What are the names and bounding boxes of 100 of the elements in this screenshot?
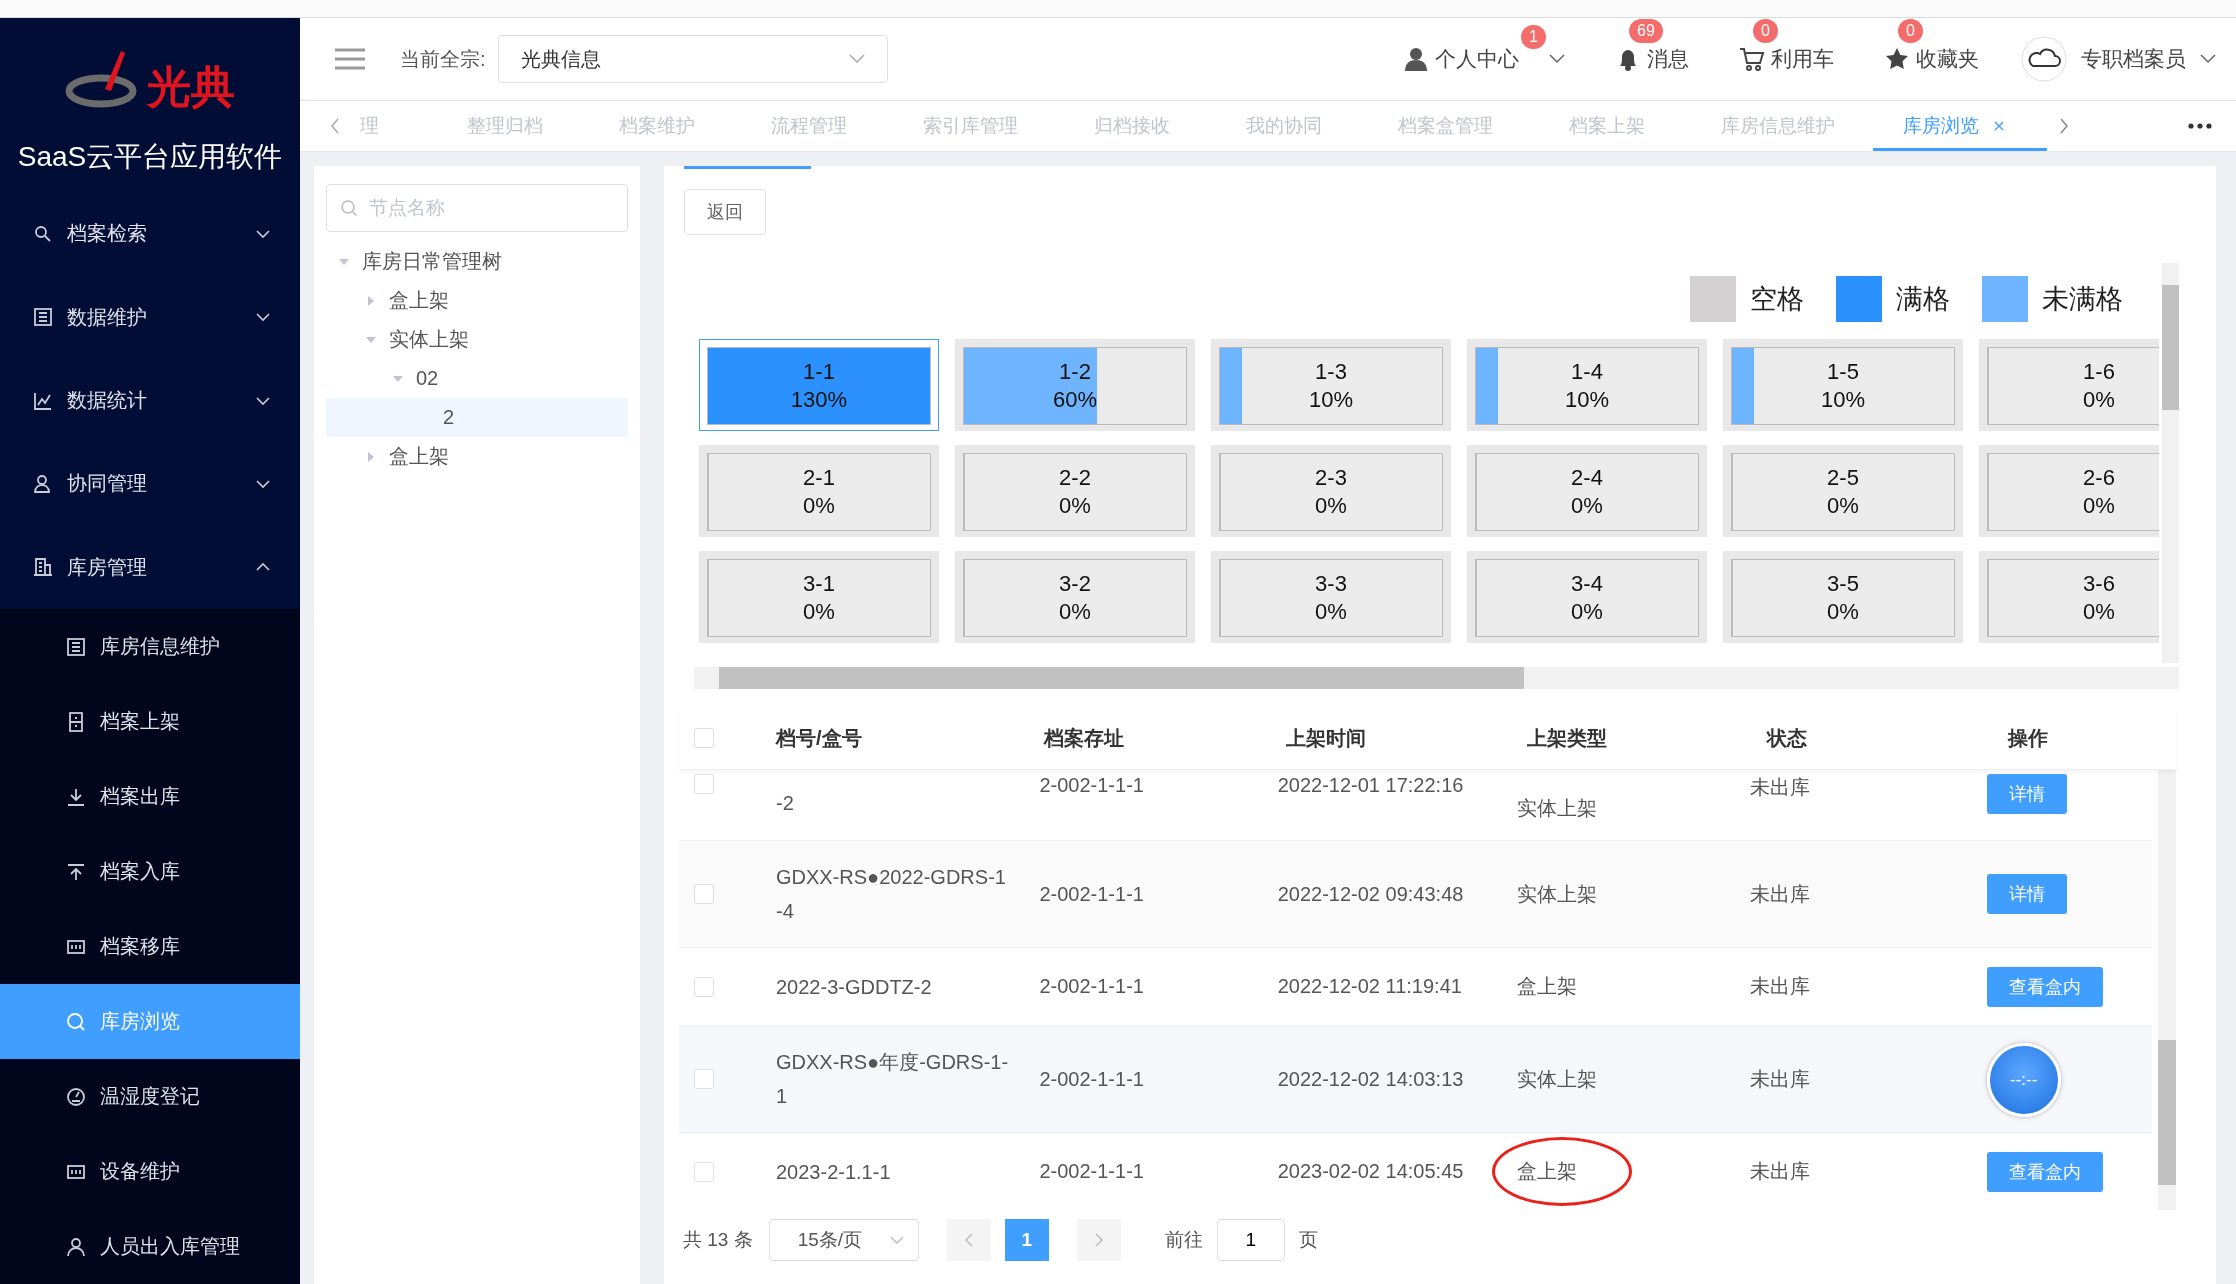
table-cell-text: 未出库 (1750, 881, 1812, 907)
shelf-cell[interactable]: 2-6 0% (1979, 445, 2159, 537)
menu-item[interactable]: 档案移库 (0, 909, 300, 984)
shelf-cell[interactable]: 1-3 10% (1211, 339, 1451, 431)
cell-label: 3-4 (1571, 570, 1603, 598)
header-link[interactable]: 个人中心 (1403, 45, 1519, 73)
table-cell-text: 2023-02-02 14:05:45 (1277, 1160, 1465, 1183)
tree-node[interactable]: 盒上架 (326, 437, 628, 476)
checkbox[interactable] (694, 774, 714, 794)
chevron-icon (848, 54, 865, 64)
shelf-cell[interactable]: 3-2 0% (955, 551, 1195, 643)
shelf-cell[interactable]: 1-4 10% (1467, 339, 1707, 431)
menu-group[interactable]: 数据维护 (0, 275, 300, 359)
chevron-icon (256, 228, 270, 239)
scrollbar[interactable] (2162, 263, 2179, 663)
cell-label: 2-3 (1315, 464, 1347, 492)
shelf-cell[interactable]: 3-4 0% (1467, 551, 1707, 643)
checkbox[interactable] (694, 1069, 714, 1089)
shelf-cell[interactable]: 2-2 0% (955, 445, 1195, 537)
menu-group[interactable]: 库房管理 (0, 525, 300, 609)
shelf-cell[interactable]: 1-6 0% (1979, 339, 2159, 431)
cell-reading: 0% (1315, 598, 1347, 626)
menu-item[interactable]: 档案出库 (0, 759, 300, 834)
cell-reading: 10% (1308, 386, 1353, 414)
shelf-cell[interactable]: 2-5 0% (1723, 445, 1963, 537)
tree-node[interactable]: 02 (326, 359, 628, 398)
prev-page-button[interactable] (946, 1219, 991, 1261)
menu-group[interactable]: 协同管理 (0, 442, 300, 526)
shelf-cell[interactable]: 3-6 0% (1979, 551, 2159, 643)
scrollbar[interactable] (694, 667, 2179, 689)
header-icon (1884, 46, 1910, 72)
menu-icon (66, 1086, 86, 1107)
tree-node[interactable]: 库房日常管理树 (326, 242, 628, 281)
scrollbar[interactable] (2158, 770, 2176, 1210)
header-link[interactable]: 利用车 (1739, 45, 1834, 73)
menu-group[interactable]: 数据统计 (0, 358, 300, 443)
menu-item[interactable]: 库房信息维护 (0, 609, 300, 684)
shelf-cell[interactable]: 1-5 10% (1723, 339, 1963, 431)
table-cell-text: 2022-12-01 17:22:16 (1277, 774, 1465, 797)
column-header: 上架类型 (1526, 725, 1608, 751)
app-title: SaaS云平台应用软件 (16, 140, 284, 175)
shelf-cell[interactable]: 2-4 0% (1467, 445, 1707, 537)
table-cell-text: 2022-12-02 11:19:41 (1277, 975, 1463, 998)
menu-item[interactable]: 档案上架 (0, 684, 300, 759)
table-cell-text: 未出库 (1750, 974, 1812, 999)
search-field[interactable]: 节点名称 (326, 184, 628, 232)
chevron-icon[interactable] (1549, 54, 1565, 64)
menu-item[interactable]: 温湿度登记 (0, 1059, 300, 1134)
back-button[interactable]: 返回 (684, 189, 766, 235)
table-cell-text: 2022-12-02 14:03:13 (1277, 1067, 1465, 1091)
checkbox[interactable] (694, 884, 714, 904)
column-header: 操作 (2007, 725, 2049, 751)
menu-item[interactable]: 人员出入库管理 (0, 1209, 300, 1284)
chevron-icon (889, 1235, 904, 1245)
page-input[interactable]: 1 (1216, 1219, 1285, 1261)
chevron-icon (256, 478, 270, 489)
column-header: 上架时间 (1286, 725, 1368, 751)
table-cell-text: 实体上架 (1516, 796, 1598, 821)
scroll-right-icon[interactable] (2059, 118, 2069, 134)
cell-label: 3-5 (1827, 570, 1859, 598)
chevron-icon (256, 395, 270, 406)
cell-label: 1-6 (2083, 358, 2115, 386)
shelf-cell[interactable]: 3-3 0% (1211, 551, 1451, 643)
shelf-cell[interactable]: 3-1 0% (699, 551, 939, 643)
search-icon (340, 199, 358, 217)
checkbox[interactable] (694, 1161, 714, 1182)
shelf-cell[interactable]: 1-1 130% (699, 339, 939, 431)
cell-label: 3-2 (1059, 570, 1091, 598)
shelf-cell[interactable]: 1-2 60% (955, 339, 1195, 431)
user-menu[interactable]: 专职档案员 (2021, 36, 2216, 82)
tree-node[interactable]: 盒上架 (326, 281, 628, 320)
next-page-button[interactable] (1076, 1219, 1121, 1261)
shelf-cell[interactable]: 2-1 0% (699, 445, 939, 537)
cell-label: 2-1 (803, 464, 835, 492)
cell-reading: 0% (1827, 492, 1859, 520)
menu-group[interactable]: 档案检索 (0, 192, 300, 276)
cell-reading: 0% (803, 598, 835, 626)
scroll-left-icon[interactable] (330, 118, 340, 134)
scope-select[interactable]: 光典信息 (497, 35, 888, 83)
table-cell-text: 2022-3-GDDTZ-2 (776, 974, 933, 1000)
tree-node[interactable]: 2 (326, 398, 628, 437)
table-cell-text: 2-002-1-1-1 (1039, 774, 1145, 797)
header-link[interactable]: 消息 (1615, 45, 1689, 73)
tree-node[interactable]: 实体上架 (326, 320, 628, 359)
menu-icon[interactable] (335, 48, 365, 70)
checkbox[interactable] (694, 728, 714, 748)
more-icon[interactable] (2188, 123, 2212, 129)
table-cell-text: 实体上架 (1516, 881, 1598, 907)
close-icon[interactable] (1993, 120, 2005, 132)
shelf-cell[interactable]: 3-5 0% (1723, 551, 1963, 643)
page-size-select[interactable]: 15条/页 (768, 1219, 919, 1261)
cell-label: 2-6 (2083, 464, 2115, 492)
goto-label: 前往 (1164, 1228, 1203, 1252)
menu-item[interactable]: 设备维护 (0, 1134, 300, 1209)
checkbox[interactable] (694, 976, 714, 997)
legend-label: 空格 (1750, 283, 1804, 316)
legend-label: 满格 (1896, 283, 1950, 316)
menu-item[interactable]: 档案入库 (0, 834, 300, 909)
header-link[interactable]: 收藏夹 (1884, 45, 1979, 73)
shelf-cell[interactable]: 2-3 0% (1211, 445, 1451, 537)
